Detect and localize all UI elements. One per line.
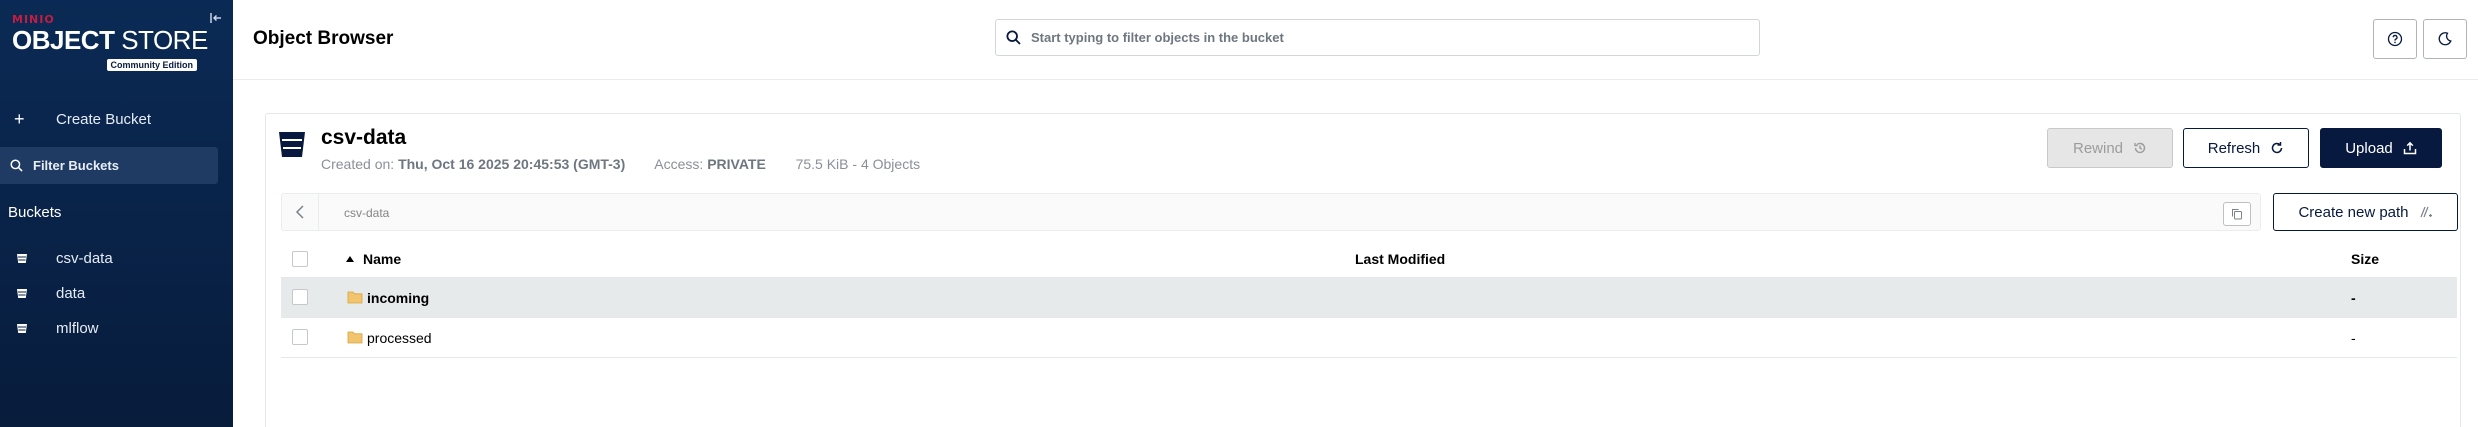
object-size: - bbox=[2351, 330, 2356, 346]
object-search-field[interactable] bbox=[995, 19, 1760, 56]
object-size: - bbox=[2351, 290, 2356, 306]
back-button[interactable] bbox=[282, 194, 319, 230]
row-checkbox[interactable] bbox=[292, 329, 308, 345]
breadcrumb-path[interactable]: csv-data bbox=[344, 206, 389, 220]
select-all-checkbox[interactable] bbox=[292, 251, 308, 267]
created-value: Thu, Oct 16 2025 20:45:53 (GMT-3) bbox=[398, 156, 626, 172]
filter-buckets-input[interactable] bbox=[33, 158, 213, 173]
page-title: Object Browser bbox=[253, 28, 394, 49]
object-name: incoming bbox=[367, 290, 430, 306]
search-icon bbox=[10, 159, 23, 172]
plus-icon: + bbox=[14, 109, 25, 129]
folder-icon bbox=[347, 291, 363, 304]
created-label: Created on: bbox=[321, 156, 399, 172]
upload-label: Upload bbox=[2345, 139, 2393, 157]
access-value: PRIVATE bbox=[707, 156, 766, 172]
create-path-label: Create new path bbox=[2298, 203, 2409, 221]
logo-product: OBJECT STORE bbox=[12, 26, 217, 54]
column-size[interactable]: Size bbox=[2351, 251, 2379, 267]
sidebar-bucket-label: csv-data bbox=[56, 249, 113, 267]
help-button[interactable] bbox=[2373, 19, 2417, 59]
table-header: Name Last Modified Size bbox=[281, 240, 2457, 278]
help-icon bbox=[2387, 31, 2403, 47]
column-name[interactable]: Name bbox=[363, 251, 401, 267]
logo-product-bold: OBJECT bbox=[12, 25, 115, 55]
table-row[interactable]: processed - bbox=[281, 318, 2457, 358]
buckets-heading: Buckets bbox=[8, 204, 62, 221]
sidebar-bucket-label: mlflow bbox=[56, 319, 99, 337]
object-name: processed bbox=[367, 330, 432, 346]
sidebar-bucket-label: data bbox=[56, 284, 86, 302]
object-search-input[interactable] bbox=[1031, 30, 1731, 45]
column-last-modified[interactable]: Last Modified bbox=[1355, 251, 1445, 267]
logo-product-thin: STORE bbox=[114, 25, 208, 55]
copy-path-button[interactable] bbox=[2223, 202, 2251, 226]
bucket-icon bbox=[17, 324, 27, 333]
page-header: Object Browser bbox=[233, 0, 2478, 80]
sidebar-bucket-data[interactable]: data bbox=[0, 279, 233, 307]
breadcrumb: csv-data bbox=[281, 193, 2261, 231]
logo-edition: Community Edition bbox=[106, 59, 197, 71]
bucket-icon bbox=[17, 254, 27, 263]
refresh-button[interactable]: Refresh bbox=[2183, 128, 2309, 168]
filter-buckets-field[interactable] bbox=[0, 147, 218, 184]
bucket-name: csv-data bbox=[321, 126, 407, 149]
sidebar: MINIO OBJECT STORE Community Edition + C… bbox=[0, 0, 233, 427]
bucket-usage: 75.5 KiB - 4 Objects bbox=[795, 156, 921, 172]
rewind-label: Rewind bbox=[2072, 139, 2124, 157]
dark-mode-toggle[interactable] bbox=[2423, 19, 2467, 59]
upload-icon bbox=[2403, 141, 2417, 155]
new-path-icon bbox=[2419, 206, 2432, 218]
history-icon bbox=[2134, 142, 2146, 154]
create-bucket-button[interactable]: + Create Bucket bbox=[0, 106, 233, 132]
sidebar-bucket-csv-data[interactable]: csv-data bbox=[0, 244, 233, 272]
chevron-left-icon bbox=[295, 205, 304, 219]
minio-logo: MINIO OBJECT STORE Community Edition bbox=[12, 14, 217, 72]
sort-asc-icon[interactable] bbox=[345, 255, 355, 263]
copy-icon bbox=[2232, 209, 2242, 220]
access-label: Access: bbox=[654, 156, 708, 172]
create-new-path-button[interactable]: Create new path bbox=[2273, 193, 2458, 231]
collapse-sidebar-icon[interactable] bbox=[207, 10, 225, 28]
bucket-icon bbox=[279, 132, 305, 157]
objects-table: Name Last Modified Size incoming - proce… bbox=[281, 240, 2457, 358]
moon-icon bbox=[2438, 32, 2452, 46]
bucket-icon bbox=[17, 289, 27, 298]
create-bucket-label: Create Bucket bbox=[56, 110, 152, 128]
bucket-panel: csv-data Created on: Thu, Oct 16 2025 20… bbox=[265, 113, 2461, 427]
table-row[interactable]: incoming - bbox=[281, 278, 2457, 318]
refresh-label: Refresh bbox=[2207, 139, 2261, 157]
search-icon bbox=[1006, 30, 1021, 45]
sidebar-bucket-mlflow[interactable]: mlflow bbox=[0, 314, 233, 342]
refresh-icon bbox=[2272, 142, 2283, 154]
bucket-meta: Created on: Thu, Oct 16 2025 20:45:53 (G… bbox=[321, 156, 920, 172]
upload-button[interactable]: Upload bbox=[2320, 128, 2442, 168]
rewind-button[interactable]: Rewind bbox=[2047, 128, 2173, 168]
folder-icon bbox=[347, 331, 363, 344]
row-checkbox[interactable] bbox=[292, 289, 308, 305]
